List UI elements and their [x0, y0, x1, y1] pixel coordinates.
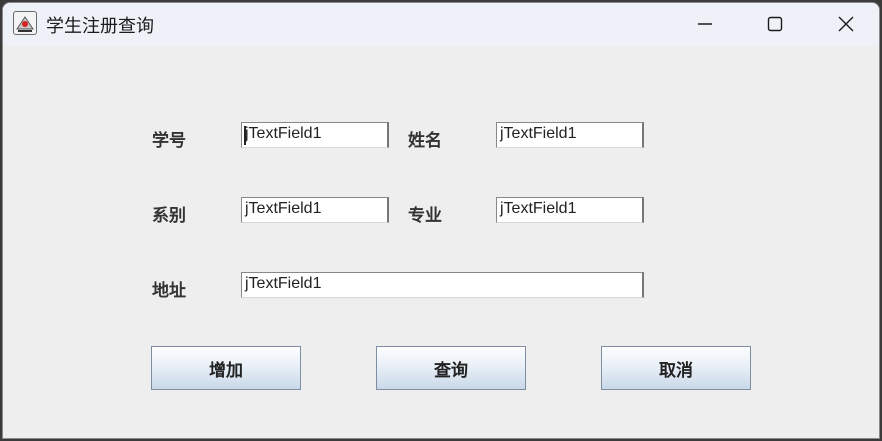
name-value: jTextField1	[500, 125, 577, 142]
cancel-button[interactable]: 取消	[601, 346, 751, 390]
close-icon	[838, 16, 854, 32]
student-id-field[interactable]: jTextField1	[241, 122, 389, 148]
major-field[interactable]: jTextField1	[496, 197, 644, 223]
address-value: jTextField1	[245, 275, 322, 292]
address-label: 地址	[152, 281, 186, 301]
department-value: jTextField1	[245, 200, 322, 217]
student-id-value: jTextField1	[245, 125, 322, 142]
address-field[interactable]: jTextField1	[241, 272, 644, 298]
title-bar[interactable]: 学生注册查询	[3, 3, 879, 46]
student-id-label: 学号	[152, 131, 186, 151]
query-button[interactable]: 查询	[376, 346, 526, 390]
window-title: 学生注册查询	[46, 16, 154, 37]
name-label: 姓名	[408, 131, 442, 151]
text-caret	[244, 126, 246, 145]
app-window: 学生注册查询 学号 jTextField1 姓名 jTextField1 系别 …	[2, 2, 880, 439]
major-label: 专业	[408, 206, 442, 226]
maximize-icon	[767, 16, 783, 32]
maximize-button[interactable]	[752, 9, 798, 39]
minimize-icon	[698, 23, 712, 25]
name-field[interactable]: jTextField1	[496, 122, 644, 148]
add-button[interactable]: 增加	[151, 346, 301, 390]
java-app-icon	[13, 11, 37, 35]
department-field[interactable]: jTextField1	[241, 197, 389, 223]
close-button[interactable]	[823, 9, 869, 39]
department-label: 系别	[152, 206, 186, 226]
major-value: jTextField1	[500, 200, 577, 217]
minimize-button[interactable]	[682, 9, 728, 39]
